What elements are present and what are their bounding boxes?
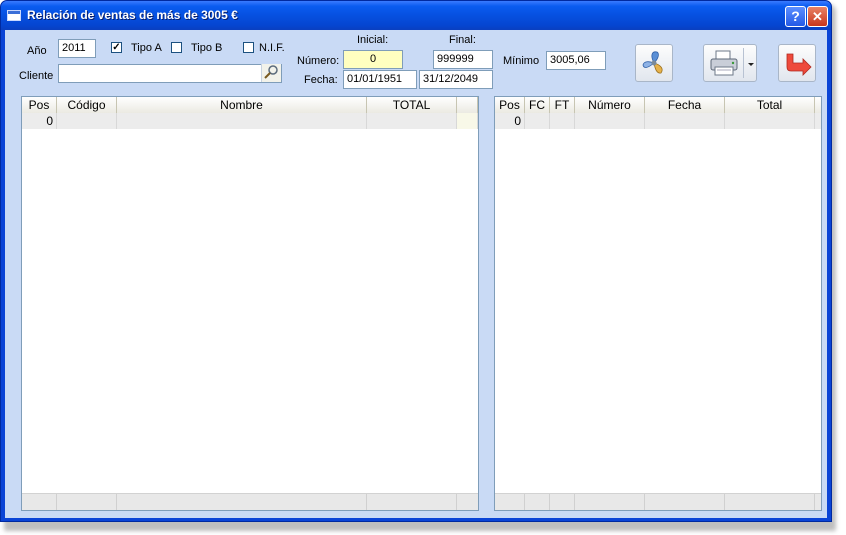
date-initial-field[interactable]: 01/01/1951: [343, 70, 417, 89]
column-header-nombre[interactable]: Nombre: [117, 97, 367, 113]
tipo-a-label: Tipo A: [131, 42, 162, 54]
year-field[interactable]: 2011: [58, 39, 96, 58]
title-bar[interactable]: Relación de ventas de más de 3005 € ? ✕: [1, 1, 831, 30]
tipo-b-label: Tipo B: [191, 42, 223, 54]
column-header-fc[interactable]: FC: [525, 97, 550, 113]
cell-numero: [575, 113, 645, 129]
number-initial-field[interactable]: 0: [343, 50, 403, 69]
cell-fc: [525, 113, 550, 129]
initial-header: Inicial:: [357, 34, 389, 46]
date-label: Fecha:: [304, 74, 338, 86]
cell-ft: [550, 113, 575, 129]
number-label: Número:: [297, 55, 340, 67]
sales-summary-grid[interactable]: Pos Código Nombre TOTAL 0: [21, 96, 479, 511]
sales-summary-footer: [22, 493, 478, 510]
window-title: Relación de ventas de más de 3005 €: [27, 8, 238, 22]
date-final-field[interactable]: 31/12/2049: [419, 70, 493, 89]
sales-summary-header: Pos Código Nombre TOTAL: [22, 97, 478, 114]
exit-arrow-icon: [786, 53, 812, 76]
invoice-detail-grid[interactable]: Pos FC FT Número Fecha Total 0: [494, 96, 822, 511]
table-row[interactable]: 0: [22, 113, 478, 129]
column-header-spacer: [457, 97, 478, 113]
close-button[interactable]: ✕: [807, 6, 828, 27]
process-button[interactable]: [635, 44, 673, 82]
chevron-down-icon[interactable]: [746, 61, 756, 69]
cell-total: [367, 113, 457, 129]
invoice-detail-footer: [495, 493, 821, 510]
column-header-fecha[interactable]: Fecha: [645, 97, 725, 113]
tipo-a-checkbox[interactable]: ✓: [111, 42, 122, 53]
nif-checkbox[interactable]: [243, 42, 254, 53]
minimum-field[interactable]: 3005,06: [546, 51, 606, 70]
window-app-icon: [7, 10, 21, 21]
print-button[interactable]: [703, 44, 757, 82]
tipo-b-checkbox[interactable]: [171, 42, 182, 53]
minimum-label: Mínimo: [503, 55, 540, 67]
client-field[interactable]: [58, 64, 282, 83]
cell-total: [725, 113, 815, 129]
final-header: Final:: [449, 34, 476, 46]
magnifier-icon: [264, 65, 278, 79]
column-header-codigo[interactable]: Código: [57, 97, 117, 113]
printer-icon: [710, 50, 738, 76]
column-header-numero[interactable]: Número: [575, 97, 645, 113]
year-label: Año: [27, 45, 47, 57]
client-label: Cliente: [19, 70, 54, 82]
column-header-ft[interactable]: FT: [550, 97, 575, 113]
cell-pos: 0: [22, 113, 57, 129]
cell-spacer: [457, 113, 478, 129]
cell-codigo: [57, 113, 117, 129]
cell-nombre: [117, 113, 367, 129]
print-button-separator: [743, 48, 744, 78]
column-header-total[interactable]: TOTAL: [367, 97, 457, 113]
column-header-pos[interactable]: Pos: [495, 97, 525, 113]
cell-fecha: [645, 113, 725, 129]
help-button[interactable]: ?: [785, 6, 806, 27]
invoice-detail-header: Pos FC FT Número Fecha Total: [495, 97, 821, 114]
nif-label: N.I.F.: [259, 42, 285, 54]
column-header-total[interactable]: Total: [725, 97, 815, 113]
client-area: Año 2011 ✓ Tipo A Tipo B N.I.F. Cliente …: [5, 30, 827, 518]
number-final-field[interactable]: 999999: [433, 50, 493, 69]
fan-icon: [642, 51, 663, 74]
table-row[interactable]: 0: [495, 113, 821, 129]
column-header-pos[interactable]: Pos: [22, 97, 57, 113]
main-window: Relación de ventas de más de 3005 € ? ✕ …: [0, 0, 832, 522]
exit-button[interactable]: [778, 44, 816, 82]
client-search-button[interactable]: [261, 64, 281, 82]
cell-pos: 0: [495, 113, 525, 129]
